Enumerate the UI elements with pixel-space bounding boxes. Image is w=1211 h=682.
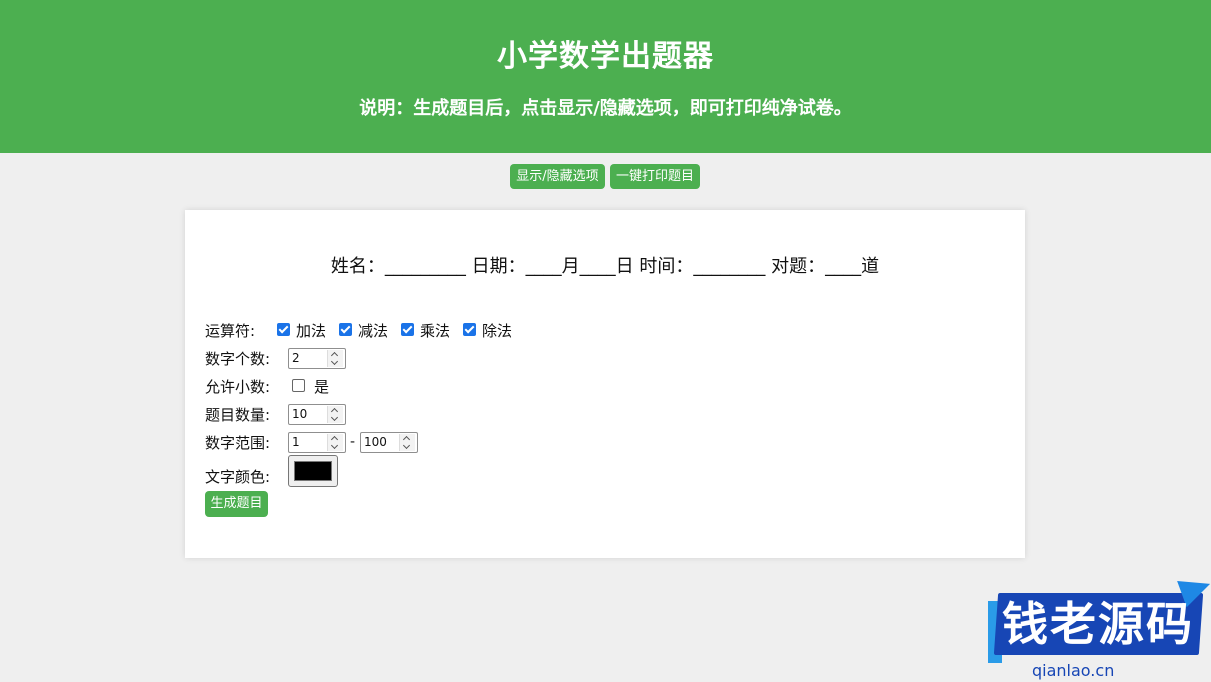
question-count-input[interactable]: 10 xyxy=(288,404,346,425)
color-swatch xyxy=(294,461,332,481)
range-separator: - xyxy=(350,434,356,450)
page-header: 小学数学出题器 说明：生成题目后，点击显示/隐藏选项，即可打印纯净试卷。 xyxy=(0,0,1211,153)
range-min-input[interactable]: 1 xyxy=(288,432,346,453)
division-checkbox[interactable] xyxy=(463,323,476,336)
number-count-label: 数字个数: xyxy=(205,350,271,368)
range-min-value: 1 xyxy=(292,435,300,449)
range-max-spinner[interactable] xyxy=(399,434,415,451)
question-count-spinner[interactable] xyxy=(327,406,343,423)
number-count-input[interactable]: 2 xyxy=(288,348,346,369)
subtraction-checkbox[interactable] xyxy=(339,323,352,336)
number-range-label: 数字范围: xyxy=(205,434,271,452)
range-max-input[interactable]: 100 xyxy=(360,432,418,453)
division-label[interactable]: 除法 xyxy=(482,320,512,341)
addition-checkbox[interactable] xyxy=(277,323,290,336)
number-count-spinner[interactable] xyxy=(327,350,343,367)
question-count-value: 10 xyxy=(292,407,308,421)
student-info-line: 姓名：_________ 日期：____月____日 时间：________ 对… xyxy=(330,256,880,277)
quiz-card: 姓名：_________ 日期：____月____日 时间：________ 对… xyxy=(185,210,1025,558)
range-max-value: 100 xyxy=(364,435,387,449)
multiplication-label[interactable]: 乘法 xyxy=(420,320,450,341)
multiplication-checkbox[interactable] xyxy=(401,323,414,336)
range-min-spinner[interactable] xyxy=(327,434,343,451)
number-count-value: 2 xyxy=(292,351,300,365)
operators-label: 运算符: xyxy=(205,322,256,340)
toggle-options-button[interactable]: 显示/隐藏选项 xyxy=(510,164,605,189)
generate-button[interactable]: 生成题目 xyxy=(205,491,268,517)
question-count-label: 题目数量: xyxy=(205,406,271,424)
print-button[interactable]: 一键打印题目 xyxy=(610,164,700,189)
allow-decimal-option-label[interactable]: 是 xyxy=(314,376,329,397)
subtraction-label[interactable]: 减法 xyxy=(358,320,388,341)
allow-decimal-label: 允许小数: xyxy=(205,378,271,396)
allow-decimal-checkbox[interactable] xyxy=(292,379,305,392)
text-color-picker[interactable] xyxy=(288,455,338,487)
page-title: 小学数学出题器 xyxy=(497,39,714,74)
addition-label[interactable]: 加法 xyxy=(296,320,326,341)
page-subtitle: 说明：生成题目后，点击显示/隐藏选项，即可打印纯净试卷。 xyxy=(359,98,852,119)
watermark-logo: 钱老源码 qianlao.cn xyxy=(988,570,1211,682)
watermark-url: qianlao.cn xyxy=(1032,661,1115,680)
watermark-text: 钱老源码 xyxy=(1002,597,1194,651)
text-color-label: 文字颜色: xyxy=(205,468,271,486)
